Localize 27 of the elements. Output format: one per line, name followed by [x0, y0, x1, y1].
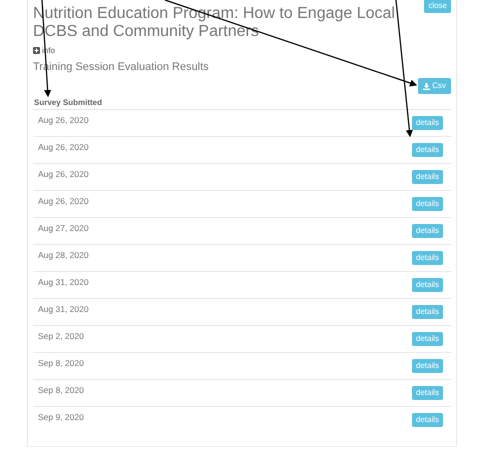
table-cell: Sep 9, 2020	[38, 412, 84, 422]
table-cell: Aug 26, 2020	[38, 169, 89, 179]
details-button[interactable]: details	[412, 116, 443, 130]
table-cell: Aug 28, 2020	[38, 250, 89, 260]
column-header: Survey Submitted	[33, 94, 451, 110]
table-cell: Aug 31, 2020	[38, 304, 89, 314]
table-cell: Aug 26, 2020	[38, 142, 89, 152]
details-button[interactable]: details	[412, 359, 443, 373]
details-button[interactable]: details	[412, 224, 443, 238]
details-button[interactable]: details	[412, 386, 443, 400]
details-button[interactable]: details	[412, 278, 443, 292]
details-button[interactable]: details	[412, 332, 443, 346]
table-cell: Sep 8, 2020	[38, 385, 84, 395]
table-cell: Aug 26, 2020	[38, 115, 89, 125]
table-cell: Aug 31, 2020	[38, 277, 89, 287]
close-button[interactable]: close	[424, 0, 451, 13]
details-button[interactable]: details	[412, 197, 443, 211]
details-button[interactable]: details	[412, 305, 443, 319]
table-cell: Sep 2, 2020	[38, 331, 84, 341]
csv-button[interactable]: Csv	[418, 78, 451, 94]
table-cell: Aug 27, 2020	[38, 223, 89, 233]
details-button[interactable]: details	[412, 251, 443, 265]
details-button[interactable]: details	[412, 170, 443, 184]
details-button[interactable]: details	[412, 143, 443, 157]
details-button[interactable]: details	[412, 413, 443, 427]
table-cell: Aug 26, 2020	[38, 196, 89, 206]
table-cell: Sep 8, 2020	[38, 358, 84, 368]
